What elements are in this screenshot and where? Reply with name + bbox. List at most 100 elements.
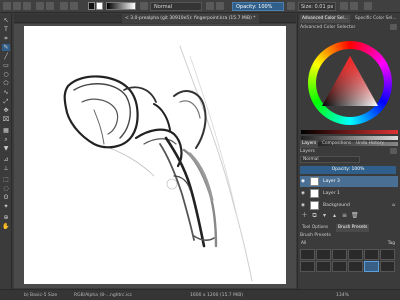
polygon-tool-icon[interactable]: ⬠ (2, 80, 10, 87)
close-panel-icon[interactable] (390, 24, 397, 30)
status-brush: b) Basic-5 Size (24, 293, 58, 298)
brush-preset[interactable] (300, 249, 315, 260)
status-zoom[interactable]: 134% (336, 293, 349, 298)
measure-tool-icon[interactable]: ⊥ (2, 165, 10, 172)
brush-tag-button[interactable]: Tag (388, 241, 395, 246)
fill-pattern-icon[interactable] (60, 2, 68, 10)
document-tab[interactable]: < 3.0-prealpha (git 30910e5): fingerpoin… (122, 14, 259, 23)
open-file-icon[interactable] (13, 2, 21, 10)
text-tool-icon[interactable]: T (2, 26, 10, 33)
bezier-tool-icon[interactable]: ∿ (2, 89, 10, 96)
preserve-alpha-icon[interactable] (216, 2, 224, 10)
layer-row[interactable]: ◉ Layer 3 (300, 176, 398, 187)
opacity-slider[interactable]: Opacity: 100% (232, 2, 284, 11)
brush-preset[interactable] (348, 261, 363, 272)
lasso-select-icon[interactable]: ʘ (2, 194, 10, 201)
foreground-color-swatch[interactable] (88, 2, 95, 10)
brush-preset[interactable] (300, 261, 315, 272)
brush-filter-all[interactable]: All (301, 241, 306, 246)
redo-icon[interactable] (46, 2, 54, 10)
brush-preset[interactable] (332, 249, 347, 260)
reset-icon[interactable] (287, 2, 295, 10)
new-file-icon[interactable] (3, 2, 11, 10)
tab-undo-history[interactable]: Undo History (354, 140, 386, 148)
tab-tool-options[interactable]: Tool Options (300, 224, 330, 232)
layer-row[interactable]: ◉ Layer 1 (300, 188, 398, 199)
line-tool-icon[interactable]: ╱ (2, 53, 10, 60)
assistant-tool-icon[interactable]: ⊿ (2, 156, 10, 163)
brush-size-slider[interactable]: Size: 0.01 px (298, 2, 336, 11)
layer-row[interactable]: ◉ Background ⌂ (300, 200, 398, 211)
right-dock: Advanced Color Sel... Specific Color Sel… (297, 14, 400, 289)
brush-preset-icon[interactable] (140, 2, 148, 10)
ellipse-select-icon[interactable]: ◌ (2, 185, 10, 192)
layer-blend-mode[interactable]: Normal (300, 156, 360, 163)
pattern-icon[interactable] (70, 2, 78, 10)
edit-shapes-icon[interactable]: ⌗ (2, 35, 10, 42)
top-toolbar: Normal Opacity: 100% Size: 0.01 px (0, 0, 400, 13)
color-panel-tabs: Advanced Color Sel... Specific Color Sel… (298, 15, 400, 23)
color-picker-icon[interactable]: ⌕ (2, 136, 10, 143)
layer-thumbnail (310, 201, 319, 210)
layer-name: Layer 3 (323, 179, 340, 184)
brush-preset-selected[interactable] (364, 261, 379, 272)
layer-opacity-slider[interactable]: Opacity: 100% (300, 166, 396, 174)
eye-icon[interactable]: ◉ (301, 176, 306, 187)
brush-preset[interactable] (364, 249, 379, 260)
eraser-mode-icon[interactable] (206, 2, 214, 10)
move-layer-up-icon[interactable]: ▴ (331, 212, 338, 219)
delete-layer-icon[interactable]: 🗑 (351, 212, 359, 219)
eye-icon[interactable]: ◉ (301, 200, 306, 211)
close-layers-icon[interactable] (390, 148, 397, 154)
pan-tool-icon[interactable]: ✋ (2, 223, 10, 230)
saturation-value-triangle[interactable] (320, 54, 380, 108)
tab-advanced-color-selector[interactable]: Advanced Color Sel... (300, 15, 350, 23)
zoom-tool-icon[interactable]: ⊕ (2, 214, 10, 221)
brush-preset[interactable] (348, 249, 363, 260)
tab-compositions[interactable]: Compositions (320, 140, 353, 148)
brush-preset[interactable] (380, 249, 395, 260)
ellipse-tool-icon[interactable]: ○ (2, 71, 10, 78)
layer-name: Layer 1 (323, 191, 340, 196)
add-layer-icon[interactable]: ＋ (301, 212, 308, 219)
sketch-strokes (63, 45, 253, 282)
layer-properties-icon[interactable]: ≡ (341, 212, 348, 219)
rectangle-tool-icon[interactable]: ▭ (2, 62, 10, 69)
select-shapes-icon[interactable]: ↖ (2, 17, 10, 24)
tab-specific-color-selector[interactable]: Specific Color Sel... (353, 15, 398, 23)
hue-slider[interactable] (301, 130, 398, 134)
save-icon[interactable] (23, 2, 31, 10)
undo-icon[interactable] (36, 2, 44, 10)
crop-tool-icon[interactable]: ⌧ (2, 116, 10, 123)
mirror-horizontal-icon[interactable] (340, 2, 348, 10)
transform-tool-icon[interactable]: ⤢ (2, 98, 10, 105)
brush-tag-filter: All Tag (300, 241, 398, 248)
krita-window: Normal Opacity: 100% Size: 0.01 px ↖ T ⌗… (0, 0, 400, 300)
canvas-area[interactable] (14, 24, 296, 288)
move-tool-icon[interactable]: ✥ (2, 107, 10, 114)
gradient-tool-icon[interactable]: ▦ (2, 127, 10, 134)
tab-layers[interactable]: Layers (300, 140, 319, 148)
layer-name: Background (323, 203, 350, 208)
eye-icon[interactable]: ◉ (301, 188, 306, 199)
brush-preset[interactable] (316, 249, 331, 260)
move-layer-down-icon[interactable]: ▾ (321, 212, 328, 219)
drawing-canvas[interactable] (24, 26, 286, 284)
workspace-icon[interactable] (364, 2, 372, 10)
brush-preset[interactable] (380, 261, 395, 272)
rect-select-icon[interactable]: ⬚ (2, 176, 10, 183)
tab-brush-presets[interactable]: Brush Presets (336, 224, 370, 232)
freehand-brush-icon[interactable]: ✎ (2, 44, 10, 51)
fill-tool-icon[interactable]: ▼ (2, 145, 10, 152)
lock-icon[interactable]: ⌂ (392, 200, 395, 211)
background-color-swatch[interactable] (96, 2, 103, 10)
blend-mode-select[interactable]: Normal (150, 2, 202, 11)
duplicate-layer-icon[interactable]: ⧉ (311, 212, 318, 219)
brush-preset[interactable] (332, 261, 347, 272)
brush-preset[interactable] (316, 261, 331, 272)
mirror-vertical-icon[interactable] (350, 2, 358, 10)
gradient-selector[interactable] (106, 2, 136, 10)
layer-panel-tabs: Layers Compositions Undo History (298, 140, 400, 148)
magic-wand-icon[interactable]: ✦ (2, 203, 10, 210)
status-color-profile: RGB/Alpha (8-...nghtrc.icc (74, 293, 133, 298)
